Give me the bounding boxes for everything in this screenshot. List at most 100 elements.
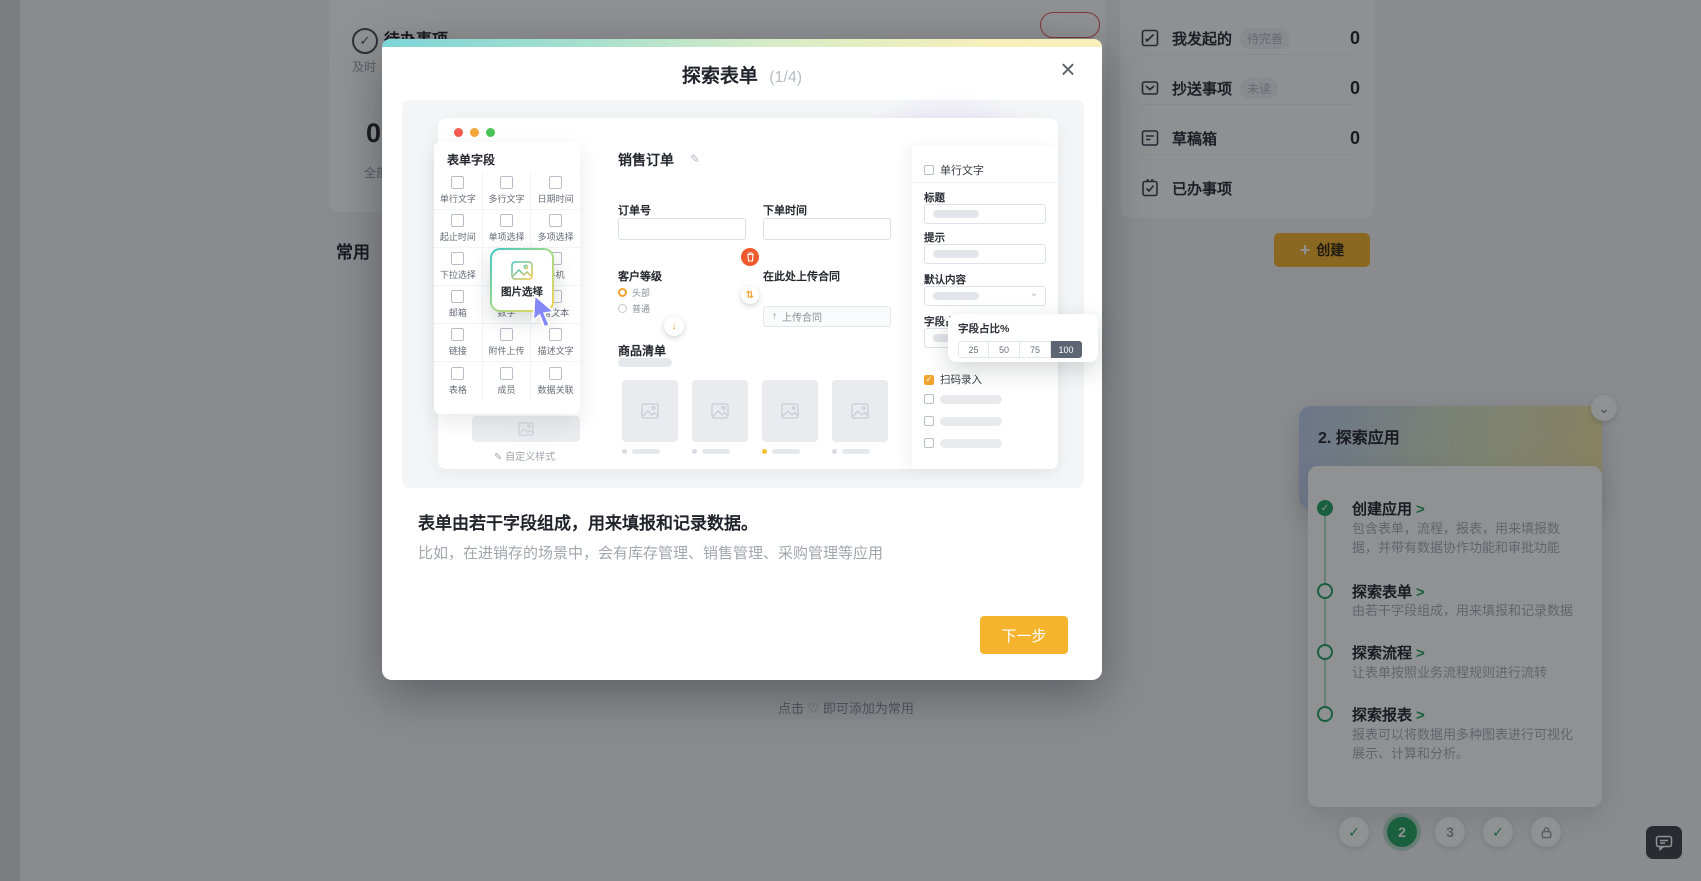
product-card xyxy=(622,380,678,442)
field-type-icon xyxy=(451,252,465,265)
dot xyxy=(622,449,627,454)
field-type-label: 链接 xyxy=(448,346,467,356)
ratio-options: 25 50 75 100 xyxy=(958,341,1088,358)
image-icon xyxy=(518,422,534,436)
field-type-icon xyxy=(499,328,513,341)
modal-gradient-bar xyxy=(382,39,1102,47)
field-type-label: 成员 xyxy=(497,384,516,395)
down-arrow-badge: ↓ xyxy=(664,316,684,336)
fields-panel-title: 表单字段 xyxy=(447,153,496,167)
skeleton-line xyxy=(772,449,800,454)
radio-selected: 头部 xyxy=(618,286,650,299)
image-icon xyxy=(781,403,799,419)
field-type-icon xyxy=(549,366,563,380)
field-type-label: 描述文字 xyxy=(537,346,574,356)
field-type-icon xyxy=(451,328,465,341)
upload-box: ↑ 上传合同 xyxy=(763,306,891,327)
radio-label: 普通 xyxy=(632,304,651,314)
option-row xyxy=(924,394,1002,404)
skeleton-pill xyxy=(940,416,1002,426)
dot xyxy=(692,449,697,454)
checkbox-icon xyxy=(924,165,934,175)
ratio-popup: 字段占比% 25 50 75 100 xyxy=(948,314,1098,362)
field-type-item: 单行文字 xyxy=(434,172,483,210)
field-type-label: 起止时间 xyxy=(439,232,476,242)
image-select-icon xyxy=(511,261,533,280)
swap-icon: ⇅ xyxy=(745,289,755,301)
delete-badge xyxy=(741,248,759,266)
image-icon xyxy=(711,403,729,419)
upload-icon: ↑ xyxy=(772,311,777,322)
skeleton-pill xyxy=(933,292,979,300)
modal-description-sub: 比如，在进销存的场景中，会有库存管理、销售管理、采购管理等应用 xyxy=(418,545,884,562)
field-type-label: 单项选择 xyxy=(488,232,525,242)
modal-step-indicator: (1/4) xyxy=(769,69,803,86)
field-type-icon xyxy=(499,214,513,227)
skeleton-line xyxy=(632,449,660,454)
modal-description-title: 表单由若干字段组成，用来填报和记录数据。 xyxy=(418,514,758,533)
field-label-product-list: 商品清单 xyxy=(618,344,667,358)
field-type-icon xyxy=(549,214,563,227)
props-header-label: 单行文字 xyxy=(940,165,984,177)
field-type-label: 邮箱 xyxy=(448,308,467,318)
option-row xyxy=(924,438,1002,448)
field-type-label: 多项选择 xyxy=(537,232,574,242)
orange-dot xyxy=(470,128,479,137)
checkbox-icon xyxy=(924,394,934,404)
stacked-card-bar xyxy=(472,416,580,442)
field-label-order-time: 下单时间 xyxy=(763,205,807,217)
props-select: ⌄ xyxy=(924,286,1046,306)
field-type-label: 下拉选择 xyxy=(439,270,476,280)
field-type-icon xyxy=(499,176,513,189)
field-type-item: 多行文字 xyxy=(482,172,532,210)
checkbox-icon xyxy=(924,438,934,448)
field-type-icon xyxy=(451,290,465,303)
field-type-item: 下拉选择 xyxy=(434,248,483,286)
field-type-item: 数据关联 xyxy=(531,362,580,400)
checkbox-icon xyxy=(924,416,934,426)
product-meta xyxy=(832,449,870,454)
divider xyxy=(912,182,1058,183)
pencil-icon: ✎ xyxy=(494,452,503,463)
field-type-icon xyxy=(499,366,513,380)
image-icon xyxy=(641,403,659,419)
modal-title-row: 探索表单 (1/4) xyxy=(382,61,1102,88)
skeleton-line xyxy=(702,449,730,454)
chevron-down-icon: ⌄ xyxy=(1029,288,1038,299)
ratio-popup-title: 字段占比% xyxy=(958,323,1010,335)
field-label-upload: 在此处上传合同 xyxy=(763,271,840,283)
upload-button-label: 上传合同 xyxy=(782,313,822,324)
scan-entry-label: 扫码录入 xyxy=(940,374,982,386)
cursor-icon xyxy=(532,294,556,328)
dot xyxy=(832,449,837,454)
ratio-option: 75 xyxy=(1020,341,1051,358)
field-type-icon xyxy=(451,214,465,227)
close-icon[interactable]: × xyxy=(1052,53,1084,85)
down-arrow-icon: ↓ xyxy=(671,320,677,332)
dot-highlight xyxy=(762,449,767,454)
trash-icon xyxy=(746,252,754,262)
props-header: 单行文字 xyxy=(924,162,984,178)
green-dot xyxy=(486,128,495,137)
field-type-label: 多行文字 xyxy=(488,194,525,204)
field-type-item: 附件上传 xyxy=(482,324,532,362)
props-label-title: 标题 xyxy=(924,192,945,204)
field-label-order-no: 订单号 xyxy=(618,205,651,217)
order-no-input xyxy=(618,218,746,240)
skeleton-line xyxy=(842,449,870,454)
form-title: 销售订单 xyxy=(618,152,674,168)
field-type-icon xyxy=(451,176,465,189)
product-card xyxy=(832,380,888,442)
field-properties-panel: 单行文字 标题 提示 默认内容 ⌄ 字段占比 ✓ 扫码录入 xyxy=(912,146,1058,469)
field-type-item: 日期时间 xyxy=(531,172,580,210)
props-input xyxy=(924,204,1046,224)
props-label-hint: 提示 xyxy=(924,232,945,244)
field-type-item: 链接 xyxy=(434,324,483,362)
skeleton-pill xyxy=(618,358,672,367)
ratio-option: 25 xyxy=(958,341,989,358)
field-type-icon xyxy=(549,328,563,341)
order-time-input xyxy=(763,218,891,240)
scan-entry-row: ✓ 扫码录入 xyxy=(924,372,982,387)
product-meta xyxy=(692,449,730,454)
next-step-button[interactable]: 下一步 xyxy=(980,616,1068,654)
